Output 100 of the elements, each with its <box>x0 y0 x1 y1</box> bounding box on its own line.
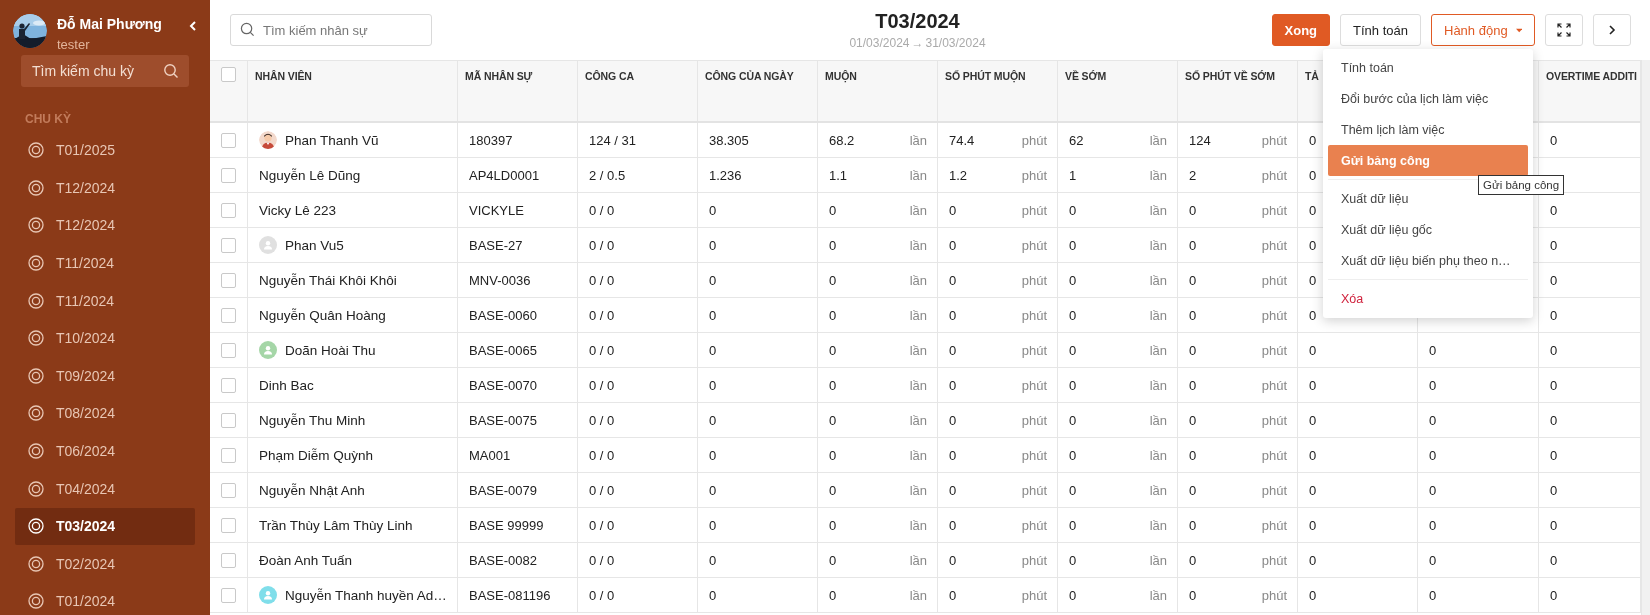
cell-value: 0 <box>1309 552 1317 568</box>
cell-value: 0 <box>1309 517 1317 533</box>
cycle-item[interactable]: T03/2024 <box>15 507 195 545</box>
cell-value: 0 <box>829 377 837 393</box>
unit-label: lần <box>1149 377 1167 393</box>
unit-label: lần <box>909 132 927 148</box>
cell-value: 0 <box>949 342 957 358</box>
menu-item[interactable]: Xuất dữ liệu biến phụ theo n… <box>1328 245 1524 276</box>
unit-label: phút <box>1261 587 1287 603</box>
circle-icon <box>28 443 44 460</box>
unit-label: phút <box>1261 342 1287 358</box>
select-all-checkbox[interactable] <box>221 67 236 82</box>
next-button[interactable] <box>1593 14 1631 46</box>
cell-value: 0 <box>709 517 717 533</box>
unit-label: lần <box>1149 167 1167 183</box>
cycle-item[interactable]: T01/2025 <box>15 132 195 169</box>
cycle-item[interactable]: T11/2024 <box>15 244 195 282</box>
cell-value: 62 <box>1069 132 1084 148</box>
unit-label: lần <box>1149 342 1167 358</box>
row-checkbox[interactable] <box>221 587 236 603</box>
cell-value: 0 / 0 <box>589 517 615 533</box>
cell-value: 0 <box>1550 552 1558 568</box>
row-checkbox[interactable] <box>221 482 236 498</box>
unit-label: phút <box>1261 132 1287 148</box>
cycle-item[interactable]: T10/2024 <box>15 319 195 357</box>
cycle-item[interactable]: T08/2024 <box>15 395 195 432</box>
cycle-item[interactable]: T01/2024 <box>15 583 195 615</box>
employee-search-field[interactable]: Tìm kiếm nhân sự <box>230 14 432 46</box>
menu-item[interactable]: Đổi bước của lịch làm việc <box>1328 83 1502 114</box>
row-checkbox[interactable] <box>221 517 236 533</box>
cell-value: 0 <box>1550 132 1558 148</box>
cell-value: BASE-0060 <box>469 307 537 323</box>
cell-value: 0 <box>1189 377 1197 393</box>
cycle-item[interactable]: T09/2024 <box>15 357 195 395</box>
row-checkbox[interactable] <box>221 377 236 393</box>
unit-label: phút <box>1261 412 1287 428</box>
employee-name: Nguyễn Nhật Anh <box>259 482 365 498</box>
cell-value: 0 <box>1309 482 1317 498</box>
cell-value: 0 <box>949 412 957 428</box>
row-checkbox[interactable] <box>221 552 236 568</box>
actions-dropdown-button[interactable]: Hành động <box>1431 14 1535 46</box>
menu-item[interactable]: Xuất dữ liệu <box>1328 183 1422 214</box>
row-checkbox[interactable] <box>221 132 236 148</box>
unit-label: lần <box>909 272 927 288</box>
unit-label: lần <box>909 237 927 253</box>
cycle-search-field[interactable]: Tìm kiếm chu kỳ <box>21 55 189 87</box>
menu-item[interactable]: Thêm lịch làm việc <box>1328 114 1458 145</box>
employee-name: Trần Thùy Lâm Thùy Linh <box>259 517 413 533</box>
cycle-item[interactable]: T12/2024 <box>15 169 195 207</box>
unit-label: phút <box>1021 167 1047 183</box>
cell-value: 0 / 0 <box>589 237 615 253</box>
cycle-item[interactable]: T12/2024 <box>15 207 195 244</box>
cell-value: 0 <box>1309 412 1317 428</box>
cell-value: 0 <box>1069 482 1077 498</box>
row-checkbox[interactable] <box>221 447 236 463</box>
cycle-item[interactable]: T06/2024 <box>15 432 195 470</box>
cell-value: 0 <box>949 552 957 568</box>
row-checkbox[interactable] <box>221 307 236 323</box>
cell-value: 0 <box>1189 552 1197 568</box>
done-button[interactable]: Xong <box>1271 14 1331 46</box>
menu-item[interactable]: Gửi bảng công <box>1328 145 1528 176</box>
column-header: SỐ PHÚT VỀ SỚM <box>1185 70 1275 82</box>
menu-item[interactable]: Xóa <box>1328 283 1377 314</box>
unit-label: phút <box>1021 202 1047 218</box>
unit-label: phút <box>1261 307 1287 323</box>
cell-value: 0 <box>1550 307 1558 323</box>
row-checkbox[interactable] <box>221 237 236 253</box>
cell-value: 0 <box>1069 237 1077 253</box>
cycle-item[interactable]: T11/2024 <box>15 282 195 319</box>
employee-name: Nguyễn Thái Khôi Khôi <box>259 272 397 288</box>
cell-value: 0 <box>709 202 717 218</box>
calculate-button[interactable]: Tính toán <box>1340 14 1421 46</box>
row-checkbox[interactable] <box>221 342 236 358</box>
cell-value: MA001 <box>469 447 511 463</box>
row-checkbox[interactable] <box>221 167 236 183</box>
unit-label: lần <box>909 202 927 218</box>
cell-value: 0 / 0 <box>589 202 615 218</box>
employee-name: Nguyễn Thanh huyền Ad… <box>285 587 447 603</box>
unit-label: phút <box>1021 447 1047 463</box>
circle-icon <box>28 518 44 535</box>
cycle-item[interactable]: T02/2024 <box>15 545 195 583</box>
unit-label: phút <box>1261 272 1287 288</box>
fullscreen-button[interactable] <box>1545 14 1583 46</box>
end-date: 31/03/2024 <box>925 36 986 50</box>
menu-item[interactable]: Tính toán <box>1328 52 1407 83</box>
cell-value: 0 / 0 <box>589 587 615 603</box>
scrollbar[interactable] <box>1641 60 1650 615</box>
row-checkbox[interactable] <box>221 272 236 288</box>
cycle-item[interactable]: T04/2024 <box>15 470 195 507</box>
unit-label: phút <box>1261 167 1287 183</box>
employee-name: Phan Vu5 <box>285 237 344 253</box>
employee-name: Dinh Bac <box>259 377 314 393</box>
menu-item[interactable]: Xuất dữ liệu gốc <box>1328 214 1446 245</box>
cell-value: 0 <box>1189 272 1197 288</box>
cell-value: BASE-081196 <box>469 587 551 603</box>
row-checkbox[interactable] <box>221 202 236 218</box>
row-checkbox[interactable] <box>221 412 236 428</box>
employee-name: Doãn Hoài Thu <box>285 342 376 358</box>
unit-label: phút <box>1021 517 1047 533</box>
unit-label: lần <box>1149 552 1167 568</box>
